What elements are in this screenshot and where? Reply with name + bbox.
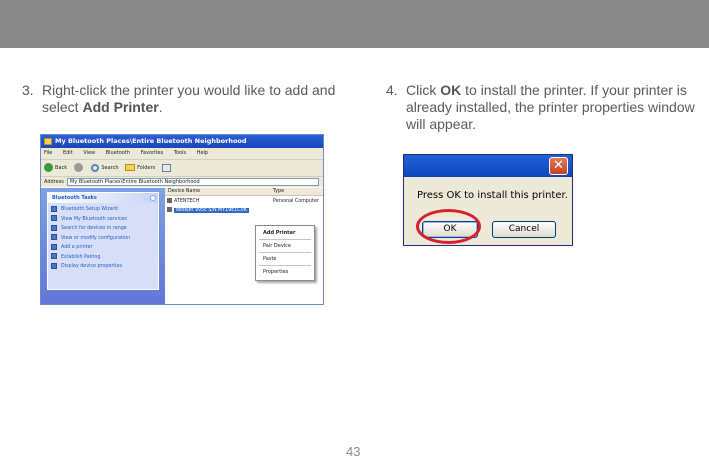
step-bold: OK bbox=[440, 82, 462, 98]
views-button[interactable] bbox=[161, 160, 171, 176]
explorer-menu-bar: File Edit View Bluetooth Favorites Tools… bbox=[41, 148, 323, 159]
context-divider bbox=[259, 252, 311, 253]
back-button[interactable]: Back bbox=[44, 160, 67, 176]
task-setup-wizard[interactable]: Bluetooth Setup Wizard bbox=[51, 205, 155, 215]
bluetooth-tasks-header[interactable]: Bluetooth Tasks bbox=[48, 193, 158, 203]
step-number: 3. bbox=[22, 82, 34, 98]
services-icon bbox=[51, 215, 57, 221]
close-icon[interactable]: ✕ bbox=[549, 157, 568, 175]
printer-icon bbox=[167, 207, 172, 212]
task-search-devices[interactable]: Search for devices in range bbox=[51, 224, 155, 234]
device-row-selected[interactable]: deskjet 995c S/N MY19E1C0K bbox=[167, 207, 323, 215]
menu-favorites[interactable]: Favorites bbox=[141, 150, 164, 156]
highlight-circle bbox=[416, 209, 481, 244]
folder-icon bbox=[125, 164, 136, 171]
computer-icon bbox=[167, 198, 172, 203]
cancel-button[interactable]: Cancel bbox=[492, 221, 556, 238]
address-label: Address bbox=[44, 179, 64, 185]
task-pane: Bluetooth Tasks Bluetooth Setup Wizard V… bbox=[41, 188, 165, 304]
address-field[interactable]: My Bluetooth Places\Entire Bluetooth Nei… bbox=[67, 178, 319, 186]
bluetooth-tasks-panel: Bluetooth Tasks Bluetooth Setup Wizard V… bbox=[47, 192, 159, 290]
context-paste[interactable]: Paste bbox=[256, 254, 314, 264]
folders-button[interactable]: Folders bbox=[125, 160, 155, 176]
device-list-header: Device Name Type bbox=[165, 188, 323, 196]
wizard-icon bbox=[51, 205, 57, 212]
search-button[interactable]: Search bbox=[91, 160, 119, 176]
back-arrow-icon bbox=[44, 163, 53, 172]
top-banner bbox=[0, 0, 709, 48]
address-bar: Address My Bluetooth Places\Entire Bluet… bbox=[41, 176, 323, 187]
step-bold: Add Printer bbox=[82, 99, 159, 115]
task-modify-configuration[interactable]: View or modify configuration bbox=[51, 234, 155, 244]
menu-file[interactable]: File bbox=[44, 150, 52, 156]
context-pair-device[interactable]: Pair Device bbox=[256, 241, 314, 251]
views-icon bbox=[161, 163, 171, 172]
menu-tools[interactable]: Tools bbox=[174, 150, 186, 156]
explorer-toolbar: Back Search Folders bbox=[41, 159, 323, 176]
context-properties[interactable]: Properties bbox=[256, 267, 314, 277]
printer-icon bbox=[51, 243, 57, 250]
step-number: 4. bbox=[386, 82, 398, 98]
column-type[interactable]: Type bbox=[273, 188, 284, 196]
page-number: 43 bbox=[346, 444, 361, 458]
context-menu: Add Printer Pair Device Paste Properties bbox=[255, 225, 315, 281]
device-row[interactable]: ATENTECH Personal Computer bbox=[167, 198, 323, 206]
task-add-printer[interactable]: Add a printer bbox=[51, 243, 155, 253]
collapse-icon[interactable] bbox=[150, 195, 156, 201]
task-device-properties[interactable]: Display device properties bbox=[51, 262, 155, 272]
menu-edit[interactable]: Edit bbox=[63, 150, 73, 156]
properties-icon bbox=[51, 262, 57, 269]
dialog-title-bar: ✕ bbox=[404, 155, 572, 177]
forward-button[interactable] bbox=[73, 160, 85, 176]
menu-bluetooth[interactable]: Bluetooth bbox=[106, 150, 130, 156]
task-establish-pairing[interactable]: Establish Pairing bbox=[51, 253, 155, 263]
task-view-services[interactable]: View My Bluetooth services bbox=[51, 215, 155, 225]
menu-help[interactable]: Help bbox=[197, 150, 208, 156]
explorer-screenshot: My Bluetooth Places\Entire Bluetooth Nei… bbox=[40, 134, 324, 305]
context-divider bbox=[259, 239, 311, 240]
column-device-name[interactable]: Device Name bbox=[168, 188, 200, 196]
folder-icon bbox=[44, 138, 52, 145]
search-devices-icon bbox=[51, 224, 57, 231]
explorer-title: My Bluetooth Places\Entire Bluetooth Nei… bbox=[55, 137, 247, 145]
explorer-title-bar: My Bluetooth Places\Entire Bluetooth Nei… bbox=[41, 135, 323, 148]
step-text: Right-click the printer you would like t… bbox=[42, 82, 336, 115]
menu-view[interactable]: View bbox=[83, 150, 95, 156]
forward-arrow-icon bbox=[73, 163, 83, 172]
context-add-printer[interactable]: Add Printer bbox=[256, 228, 314, 238]
search-icon bbox=[91, 163, 100, 172]
configuration-icon bbox=[51, 234, 57, 240]
dialog-message: Press OK to install this printer. bbox=[417, 190, 568, 201]
pairing-icon bbox=[51, 253, 57, 259]
step-text: Click OK to install the printer. If your… bbox=[406, 82, 695, 132]
context-divider bbox=[259, 265, 311, 266]
